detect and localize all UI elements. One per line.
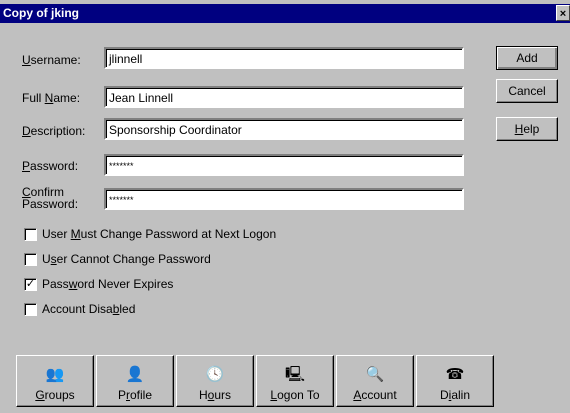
hours-label: Hours bbox=[198, 388, 232, 402]
window-title: Copy of jking bbox=[3, 6, 79, 20]
profile-icon: 👤 bbox=[125, 366, 145, 383]
dialin-button[interactable]: ☎ Dialin bbox=[416, 355, 494, 407]
help-button[interactable]: Help bbox=[496, 117, 558, 141]
dialin-label: Dialin bbox=[439, 388, 471, 402]
checkbox-label: Account Disabled bbox=[42, 302, 136, 316]
checkbox-label: Password Never Expires bbox=[42, 277, 174, 291]
checkbox-label: User Must Change Password at Next Logon bbox=[42, 227, 277, 241]
clock-icon: 🕓 bbox=[205, 366, 225, 383]
groups-label: Groups bbox=[35, 388, 75, 402]
username-label: Username: bbox=[22, 53, 81, 67]
checkbox-box[interactable] bbox=[24, 228, 37, 241]
checkbox-label: User Cannot Change Password bbox=[42, 252, 211, 266]
checkbox-box[interactable]: ✓ bbox=[24, 278, 37, 291]
checkbox-box[interactable] bbox=[24, 253, 37, 266]
confirm-password-label: Confirm Password: bbox=[22, 185, 79, 211]
add-button[interactable]: Add bbox=[496, 46, 558, 70]
account-label: Account bbox=[353, 388, 397, 402]
account-button[interactable]: 🔍 Account bbox=[336, 355, 414, 407]
groups-button[interactable]: 👥 Groups bbox=[16, 355, 94, 407]
full-name-field[interactable]: Jean Linnell bbox=[104, 86, 464, 108]
confirm-password-field[interactable]: ******* bbox=[104, 188, 464, 210]
user-properties-dialog: Copy of jking × Username: jlinnell Full … bbox=[0, 0, 570, 413]
password-label: Password: bbox=[22, 159, 79, 173]
logon-to-label: Logon To bbox=[270, 388, 320, 402]
groups-icon: 👥 bbox=[45, 366, 65, 383]
full-name-label: Full Name: bbox=[22, 91, 81, 105]
password-field[interactable]: ******* bbox=[104, 154, 464, 176]
hours-button[interactable]: 🕓 Hours bbox=[176, 355, 254, 407]
checkbox-box[interactable] bbox=[24, 303, 37, 316]
description-field[interactable]: Sponsorship Coordinator bbox=[104, 118, 464, 140]
account-icon: 🔍 bbox=[365, 366, 385, 383]
logon-to-icon: 🖳 bbox=[284, 366, 305, 383]
profile-button[interactable]: 👤 Profile bbox=[96, 355, 174, 407]
cancel-button[interactable]: Cancel bbox=[496, 79, 558, 103]
title-bar: Copy of jking × bbox=[0, 4, 570, 23]
dialin-icon: ☎ bbox=[445, 366, 465, 383]
bottom-button-bar: 👥 Groups 👤 Profile 🕓 Hours 🖳 Logon To 🔍 … bbox=[16, 355, 494, 407]
close-button[interactable]: × bbox=[556, 5, 570, 21]
description-label: Description: bbox=[22, 124, 86, 138]
username-field[interactable]: jlinnell bbox=[104, 47, 464, 69]
profile-label: Profile bbox=[117, 388, 153, 402]
logon-to-button[interactable]: 🖳 Logon To bbox=[256, 355, 334, 407]
